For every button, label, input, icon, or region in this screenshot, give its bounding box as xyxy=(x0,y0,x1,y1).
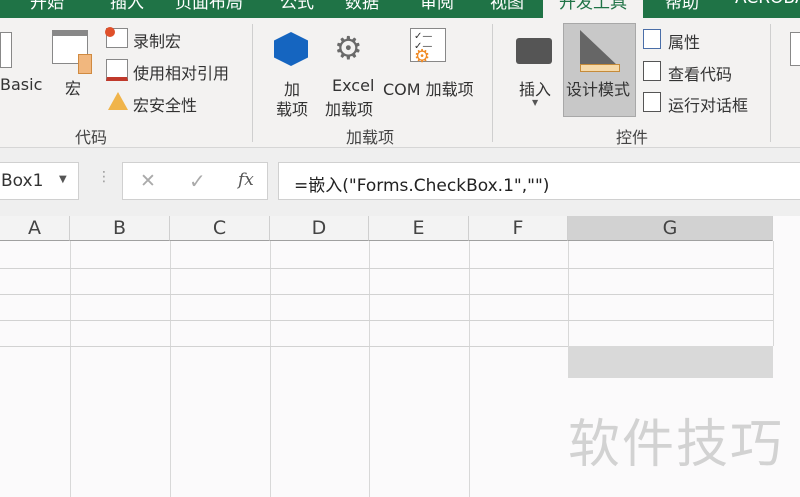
ruler-icon xyxy=(580,64,620,72)
formula-buttons: ✕ ✓ fx xyxy=(122,162,268,200)
enter-icon[interactable]: ✓ xyxy=(189,169,206,193)
design-mode-label: 设计模式 xyxy=(566,80,631,99)
view-code-button[interactable]: 查看代码 xyxy=(668,61,732,85)
tab-help[interactable]: 帮助 xyxy=(665,0,699,13)
gridline xyxy=(170,241,171,497)
column-header-d[interactable]: D xyxy=(270,216,369,241)
run-dialog-button[interactable]: 运行对话框 xyxy=(668,92,748,116)
record-macro-button[interactable]: 录制宏 xyxy=(133,28,181,52)
tab-review[interactable]: 审阅 xyxy=(420,0,454,13)
design-mode-icon xyxy=(580,30,618,66)
column-header-a[interactable]: A xyxy=(0,216,70,241)
record-macro-icon xyxy=(105,27,128,48)
xml-icon xyxy=(790,32,800,66)
gridline xyxy=(369,241,370,497)
properties-button[interactable]: 属性 xyxy=(668,29,700,53)
visual-basic-button[interactable]: Basic xyxy=(0,75,42,94)
tab-home[interactable]: 开始 xyxy=(30,0,64,13)
addins-button-line2[interactable]: 载项 xyxy=(276,96,308,120)
group-addins-label: 加载项 xyxy=(346,128,395,147)
gridline xyxy=(0,268,773,269)
column-header-e[interactable]: E xyxy=(369,216,469,241)
gridline xyxy=(773,241,774,346)
insert-control-button[interactable]: 插入 xyxy=(519,76,551,100)
ribbon: Basic 宏 录制宏 使用相对引用 宏安全性 代码 加 载项 ⚙ Excel … xyxy=(0,18,800,148)
group-separator xyxy=(770,24,771,142)
tab-acrobat[interactable]: ACROBAT xyxy=(735,0,800,8)
tab-view[interactable]: 视图 xyxy=(490,0,524,13)
formula-bar-area: Box1 ▼ ⋮ ✕ ✓ fx =嵌入("Forms.CheckBox.1","… xyxy=(0,148,800,216)
tab-formulas[interactable]: 公式 xyxy=(280,0,314,13)
drag-handle-icon[interactable]: ⋮ xyxy=(97,169,111,185)
chevron-down-icon: ▼ xyxy=(532,98,539,107)
gridline xyxy=(469,241,470,497)
formula-text: =嵌入("Forms.CheckBox.1","") xyxy=(294,176,550,196)
gridline xyxy=(0,294,773,295)
tab-page-layout[interactable]: 页面布局 xyxy=(175,0,243,13)
group-separator xyxy=(492,24,493,142)
checkbox-control-placeholder[interactable] xyxy=(568,346,773,378)
column-header-f[interactable]: F xyxy=(469,216,568,241)
addins-icon xyxy=(274,32,308,66)
group-controls-label: 控件 xyxy=(616,128,649,147)
tab-developer[interactable]: 开发工具 xyxy=(543,0,643,18)
name-box[interactable]: Box1 ▼ xyxy=(0,162,79,200)
design-mode-button[interactable]: 设计模式 xyxy=(563,23,636,117)
properties-icon xyxy=(643,29,661,49)
group-code-label: 代码 xyxy=(75,128,108,147)
gridline xyxy=(270,241,271,497)
formula-input[interactable]: =嵌入("Forms.CheckBox.1","") xyxy=(278,162,800,200)
warning-icon xyxy=(108,92,128,110)
gridline xyxy=(0,320,773,321)
gear-icon: ⚙ xyxy=(334,29,363,67)
cancel-icon[interactable]: ✕ xyxy=(140,170,156,192)
column-header-b[interactable]: B xyxy=(70,216,170,241)
excel-addins-button-line2[interactable]: 加载项 xyxy=(325,96,373,120)
com-addins-icon: ✓— ✓— ⚙ xyxy=(410,28,446,66)
name-box-value: Box1 xyxy=(1,171,44,191)
excel-addins-button[interactable]: Excel xyxy=(332,76,374,95)
ribbon-tabs: 开始 插入 页面布局 公式 数据 审阅 视图 开发工具 帮助 ACROBAT xyxy=(0,0,800,18)
visual-basic-icon xyxy=(0,32,12,68)
insert-function-icon[interactable]: fx xyxy=(238,170,254,190)
chevron-down-icon[interactable]: ▼ xyxy=(59,174,67,185)
view-code-icon xyxy=(643,61,661,81)
column-header-c[interactable]: C xyxy=(170,216,270,241)
gridline xyxy=(70,241,71,497)
macro-security-button[interactable]: 宏安全性 xyxy=(133,92,197,116)
com-addins-button[interactable]: COM 加载项 xyxy=(383,76,474,100)
watermark: 软件技巧 xyxy=(568,415,785,475)
tab-developer-label: 开发工具 xyxy=(559,0,627,13)
relative-reference-button[interactable]: 使用相对引用 xyxy=(133,60,229,84)
tab-insert[interactable]: 插入 xyxy=(110,0,144,13)
run-dialog-icon xyxy=(643,92,661,112)
column-header-g[interactable]: G xyxy=(568,216,773,241)
group-separator xyxy=(252,24,253,142)
relative-reference-icon xyxy=(106,59,128,81)
scroll-icon xyxy=(78,54,92,74)
toolbox-icon xyxy=(516,38,552,64)
tab-data[interactable]: 数据 xyxy=(345,0,379,13)
macros-button[interactable]: 宏 xyxy=(65,75,81,99)
